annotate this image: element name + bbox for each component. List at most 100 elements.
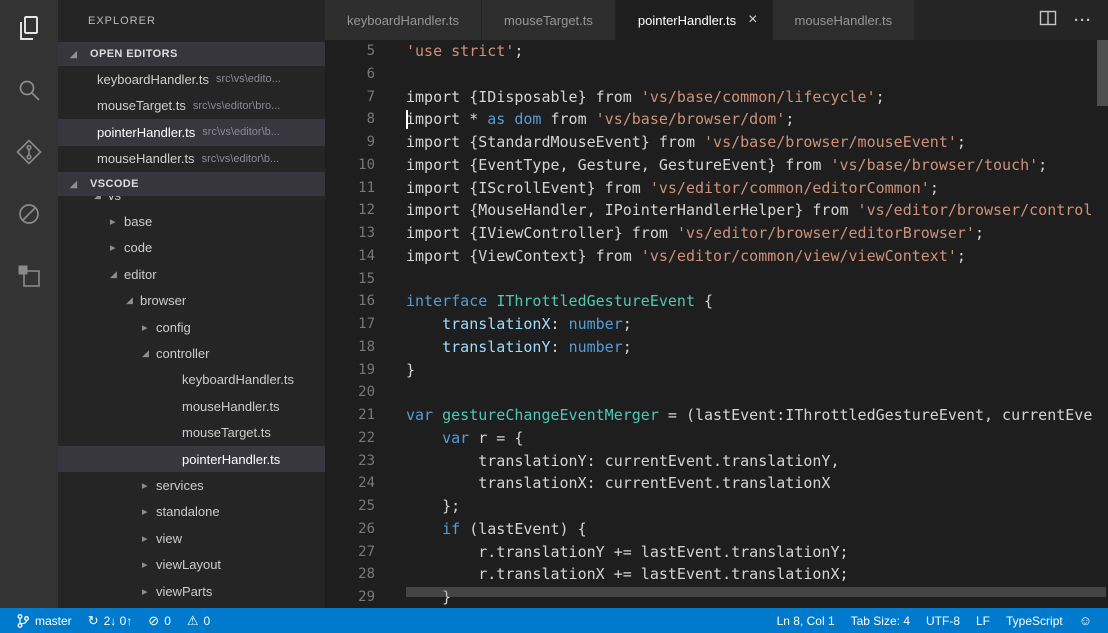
code-line: 13import {IViewController} from 'vs/edit… xyxy=(325,222,1108,245)
chevron-expanded-icon: ◢ xyxy=(110,269,124,280)
code-token: translationY: currentEvent.translationY, xyxy=(406,452,839,470)
code-token: translationX xyxy=(442,315,550,333)
code-text: var r = { xyxy=(375,427,523,450)
tab-mousetarget-ts[interactable]: mouseTarget.ts xyxy=(482,0,616,40)
vertical-scrollbar[interactable] xyxy=(1097,40,1108,106)
tree-item-keyboardhandler-ts[interactable]: keyboardHandler.ts xyxy=(58,367,325,393)
vscode-section-header[interactable]: ◢ VSCODE xyxy=(58,172,325,196)
code-line: 18 translationY: number; xyxy=(325,336,1108,359)
tree-item-vs[interactable]: ◢vs xyxy=(58,196,325,208)
line-number: 8 xyxy=(325,108,375,131)
language-mode-item[interactable]: TypeScript xyxy=(998,608,1071,633)
tree-item-config[interactable]: ▸config xyxy=(58,314,325,340)
source-control-icon[interactable] xyxy=(15,138,43,166)
split-editor-icon[interactable] xyxy=(1038,8,1058,33)
line-number: 9 xyxy=(325,131,375,154)
code-editor[interactable]: 5'use strict';67import {IDisposable} fro… xyxy=(325,40,1108,608)
git-branch-item[interactable]: master xyxy=(8,608,80,633)
tree-item-label: mouseHandler.ts xyxy=(182,399,280,414)
code-token: translationX: currentEvent.translationX xyxy=(406,474,830,492)
code-token: var xyxy=(406,406,433,424)
line-number: 17 xyxy=(325,313,375,336)
tab-mousehandler-ts[interactable]: mouseHandler.ts xyxy=(773,0,916,40)
errors-icon: ⊘ xyxy=(148,614,159,627)
encoding-item[interactable]: UTF-8 xyxy=(918,608,968,633)
open-editor-item-mousehandler-ts[interactable]: mouseHandler.tssrc\vs\editor\b... xyxy=(58,146,325,173)
code-token: ; xyxy=(930,179,939,197)
code-text: translationY: currentEvent.translationY, xyxy=(375,450,839,473)
code-token: import {ViewContext} from xyxy=(406,247,641,265)
code-token: 'vs/base/common/lifecycle' xyxy=(641,88,876,106)
code-line: 17 translationX: number; xyxy=(325,313,1108,336)
tree-item-standalone[interactable]: ▸standalone xyxy=(58,499,325,525)
code-token: var xyxy=(442,429,469,447)
horizontal-scrollbar[interactable] xyxy=(406,587,1106,597)
tree-item-controller[interactable]: ◢controller xyxy=(58,340,325,366)
code-line: 16interface IThrottledGestureEvent { xyxy=(325,290,1108,313)
tree-item-editor[interactable]: ◢editor xyxy=(58,261,325,287)
more-actions-icon[interactable]: ··· xyxy=(1074,12,1092,29)
workbench: EXPLORER ◢ OPEN EDITORS keyboardHandler.… xyxy=(0,0,1108,608)
open-editor-item-keyboardhandler-ts[interactable]: keyboardHandler.tssrc\vs\edito... xyxy=(58,66,325,93)
tree-item-label: browser xyxy=(140,293,186,308)
tree-item-pointerhandler-ts[interactable]: pointerHandler.ts xyxy=(58,446,325,472)
code-text: translationX: number; xyxy=(375,313,632,336)
code-token: 'vs/base/browser/dom' xyxy=(596,110,786,128)
tree-item-base[interactable]: ▸base xyxy=(58,208,325,234)
code-line: 28 r.translationX += lastEvent.translati… xyxy=(325,563,1108,586)
open-editor-item-mousetarget-ts[interactable]: mouseTarget.tssrc\vs\editor\bro... xyxy=(58,93,325,120)
search-icon[interactable] xyxy=(15,76,43,104)
tree-item-viewparts[interactable]: ▸viewParts xyxy=(58,578,325,604)
chevron-expanded-icon: ◢ xyxy=(70,49,84,60)
line-number: 7 xyxy=(325,86,375,109)
tree-item-mousehandler-ts[interactable]: mouseHandler.ts xyxy=(58,393,325,419)
status-text: master xyxy=(35,614,72,628)
tree-item-label: standalone xyxy=(156,504,220,519)
line-number: 13 xyxy=(325,222,375,245)
code-token: 'vs/editor/common/view/viewContext' xyxy=(641,247,957,265)
debug-icon[interactable] xyxy=(15,200,43,228)
code-line: 25 }; xyxy=(325,495,1108,518)
code-token: import {MouseHandler, IPointerHandlerHel… xyxy=(406,201,858,219)
code-token: if xyxy=(442,520,460,538)
tree-item-browser[interactable]: ◢browser xyxy=(58,288,325,314)
code-line: 22 var r = { xyxy=(325,427,1108,450)
open-editors-header[interactable]: ◢ OPEN EDITORS xyxy=(58,42,325,66)
code-line: 5'use strict'; xyxy=(325,40,1108,63)
chevron-expanded-icon: ◢ xyxy=(94,196,108,201)
tab-size-item[interactable]: Tab Size: 4 xyxy=(843,608,918,633)
chevron-expanded-icon: ◢ xyxy=(70,179,84,190)
cursor-position-item[interactable]: Ln 8, Col 1 xyxy=(769,608,843,633)
tree-item-label: code xyxy=(124,240,152,255)
line-number: 26 xyxy=(325,518,375,541)
code-line: 21var gestureChangeEventMerger = (lastEv… xyxy=(325,404,1108,427)
tree-item-services[interactable]: ▸services xyxy=(58,472,325,498)
feedback-smiley[interactable]: ☺ xyxy=(1071,608,1100,633)
tree-item-view[interactable]: ▸view xyxy=(58,525,325,551)
code-line: 7 import {IDisposable} from 'vs/base/comm… xyxy=(325,86,1108,109)
tree-item-mousetarget-ts[interactable]: mouseTarget.ts xyxy=(58,420,325,446)
tree-item-code[interactable]: ▸code xyxy=(58,235,325,261)
tab-list: keyboardHandler.tsmouseTarget.tspointerH… xyxy=(325,0,915,40)
open-editor-item-pointerhandler-ts[interactable]: pointerHandler.tssrc\vs\editor\b... xyxy=(58,119,325,146)
open-editor-path: src\vs\editor\b... xyxy=(202,126,280,138)
extensions-icon[interactable] xyxy=(15,262,43,290)
code-text: r.translationX += lastEvent.translationX… xyxy=(375,563,849,586)
git-sync-item[interactable]: ↻2↓ 0↑ xyxy=(80,608,141,633)
errors-item[interactable]: ⊘0 xyxy=(140,608,179,633)
status-text: Ln 8, Col 1 xyxy=(777,614,835,628)
warnings-item[interactable]: ⚠0 xyxy=(179,608,218,633)
close-tab-icon[interactable]: × xyxy=(748,11,757,29)
files-icon[interactable] xyxy=(15,14,43,42)
sidebar-title: EXPLORER xyxy=(58,0,325,42)
chevron-collapsed-icon: ▸ xyxy=(110,241,124,254)
code-token: import {IDisposable} from xyxy=(406,88,641,106)
eol-item[interactable]: LF xyxy=(968,608,998,633)
tab-keyboardhandler-ts[interactable]: keyboardHandler.ts xyxy=(325,0,482,40)
line-number: 16 xyxy=(325,290,375,313)
tab-pointerhandler-ts[interactable]: pointerHandler.ts× xyxy=(616,0,773,40)
line-number: 15 xyxy=(325,268,375,291)
tree-item-viewlayout[interactable]: ▸viewLayout xyxy=(58,551,325,577)
open-editors-list: keyboardHandler.tssrc\vs\edito...mouseTa… xyxy=(58,66,325,172)
code-token: gestureChangeEventMerger xyxy=(442,406,659,424)
